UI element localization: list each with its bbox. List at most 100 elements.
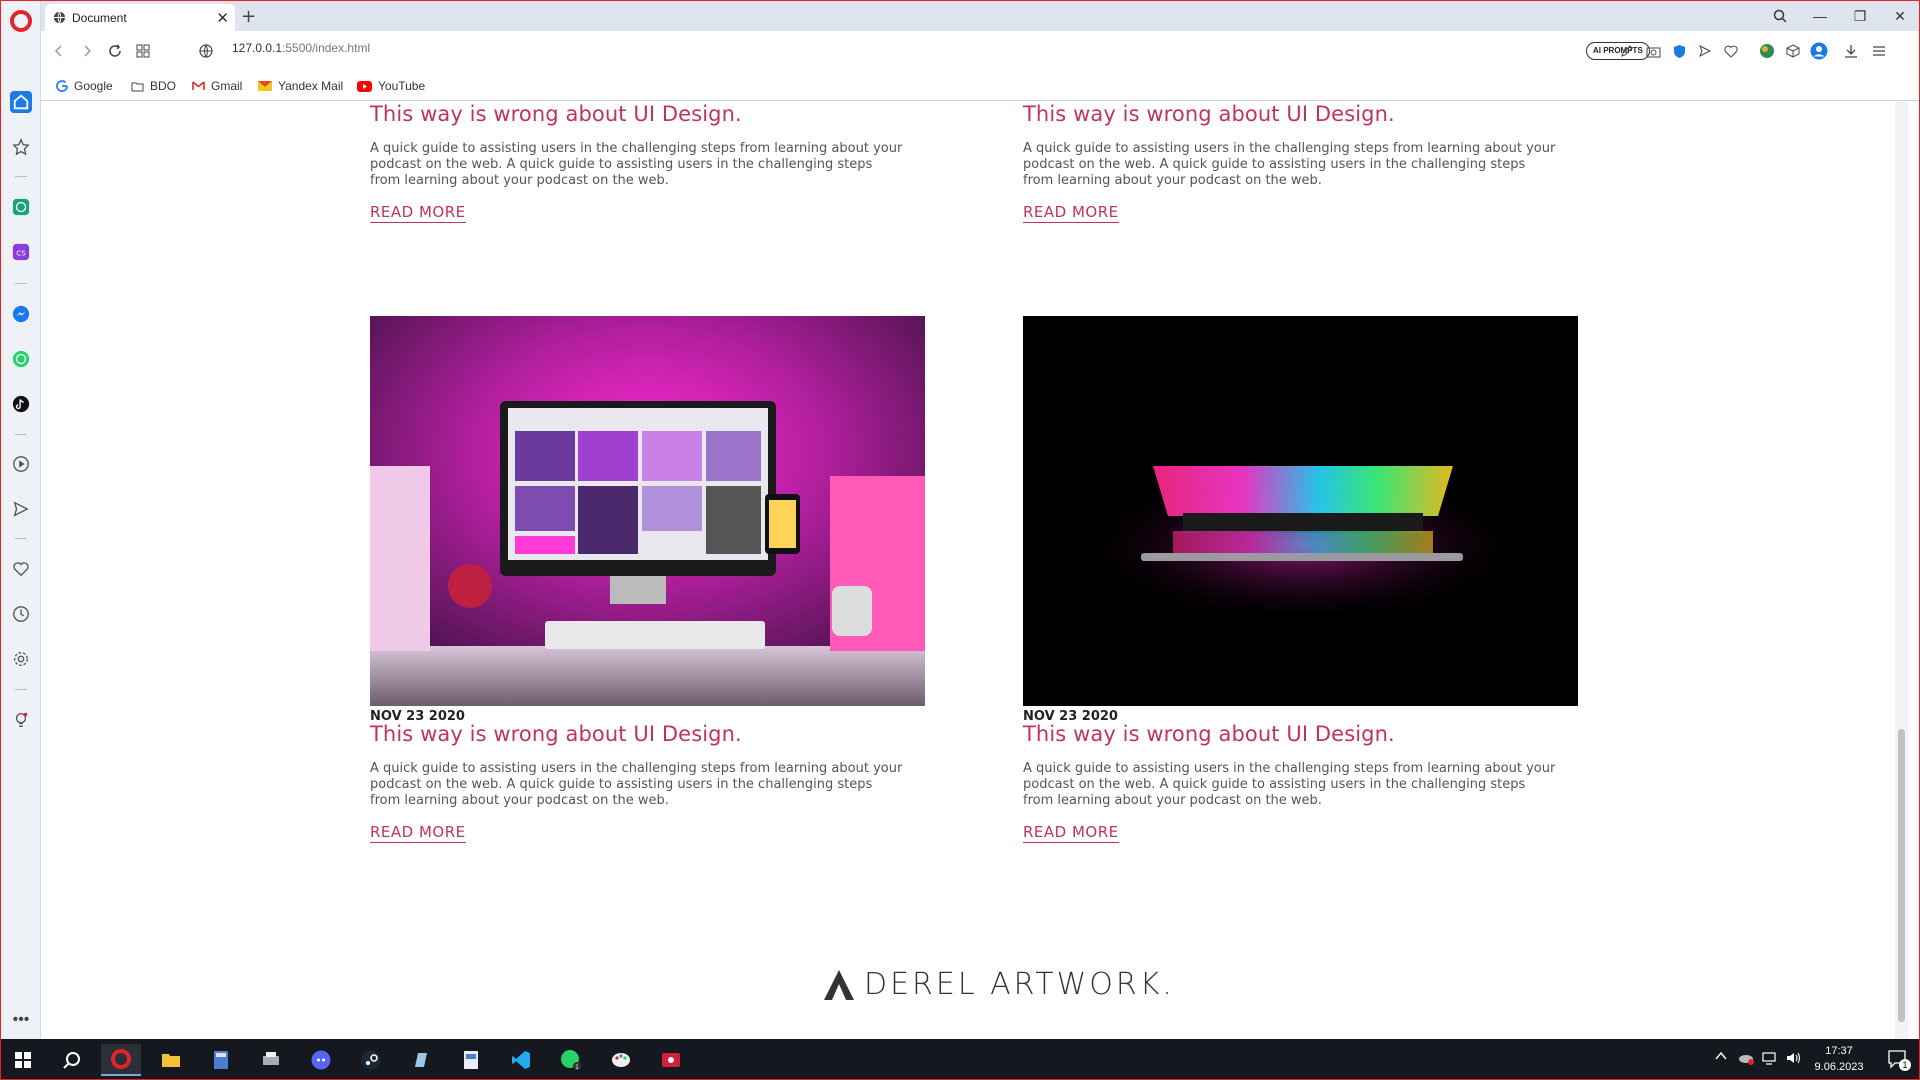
new-tab-button[interactable]: + — [241, 6, 256, 27]
vpn-shield-icon[interactable] — [1669, 41, 1689, 61]
notification-badge: 1 — [1899, 1059, 1911, 1071]
read-more-link[interactable]: READ MORE — [1023, 823, 1119, 843]
card-title[interactable]: This way is wrong about UI Design. — [1023, 722, 1395, 746]
yandex-mail-icon — [258, 81, 272, 91]
edit-icon[interactable] — [1617, 41, 1637, 61]
card-image-rgb-laptop[interactable] — [1023, 316, 1578, 706]
card-excerpt: A quick guide to assisting users in the … — [370, 761, 903, 808]
settings-gear-icon[interactable] — [10, 648, 32, 670]
pinboard-icon[interactable] — [10, 136, 32, 158]
clock-time: 17:37 — [1825, 1045, 1853, 1057]
opera-sidebar: CS ••• — [1, 1, 41, 1039]
lightbulb-icon[interactable] — [10, 709, 32, 731]
bookmarks-bar: Google BDO Gmail Yandex Mail YouTube — [41, 71, 1919, 101]
volume-icon[interactable] — [1785, 1051, 1803, 1067]
windows-taskbar: 1 17:37 9.06.2023 1 — [1, 1039, 1919, 1079]
reload-icon[interactable] — [105, 41, 125, 61]
google-icon — [56, 80, 68, 92]
player-icon[interactable] — [10, 453, 32, 475]
address-path: :5500/index.html — [282, 41, 371, 55]
send-arrow-icon[interactable] — [1695, 41, 1715, 61]
heart-icon[interactable] — [10, 558, 32, 580]
tab-title: Document — [72, 10, 127, 25]
download-icon[interactable] — [1841, 41, 1861, 61]
more-options-icon[interactable]: ••• — [10, 1009, 32, 1031]
discord-icon[interactable] — [301, 1044, 341, 1076]
site-info-icon[interactable] — [196, 41, 216, 61]
bookmark-label: Yandex Mail — [278, 79, 344, 93]
vscode-icon[interactable] — [501, 1044, 541, 1076]
youtube-icon — [357, 80, 372, 92]
card-title[interactable]: This way is wrong about UI Design. — [370, 102, 742, 126]
messenger-icon[interactable] — [10, 303, 32, 325]
page-scrollbar[interactable] — [1895, 102, 1908, 1039]
windows-start-icon[interactable] — [3, 1044, 43, 1076]
extension-globe-icon[interactable] — [1757, 41, 1777, 61]
read-more-link[interactable]: READ MORE — [1023, 203, 1119, 223]
home-icon[interactable] — [10, 91, 32, 113]
address-field[interactable]: 127.0.0.1:5500/index.html — [232, 41, 370, 55]
tiktok-icon[interactable] — [10, 393, 32, 415]
bookmark-label: Google — [74, 79, 113, 93]
tab-grid-icon[interactable] — [133, 41, 153, 61]
close-tab-icon[interactable]: ✕ — [216, 9, 229, 27]
page-viewport: This way is wrong about UI Design. A qui… — [42, 102, 1908, 1039]
chatgpt-icon[interactable] — [10, 196, 32, 218]
chatsonic-icon[interactable]: CS — [10, 241, 32, 263]
profile-avatar-icon[interactable] — [1809, 41, 1829, 61]
close-window-icon[interactable]: ✕ — [1888, 4, 1912, 28]
snapshot-camera-icon[interactable] — [1643, 41, 1663, 61]
read-more-link[interactable]: READ MORE — [370, 203, 466, 223]
whatsapp-icon[interactable] — [10, 348, 32, 370]
minimize-icon[interactable]: — — [1808, 4, 1832, 28]
opera-taskbar-icon[interactable] — [101, 1044, 141, 1076]
printer-app-icon[interactable] — [251, 1044, 291, 1076]
history-icon[interactable] — [10, 603, 32, 625]
document-viewer-icon[interactable] — [451, 1044, 491, 1076]
footer-logo[interactable]: DEREL ARTWORK. — [822, 967, 1175, 1002]
restore-icon[interactable]: ❐ — [1848, 4, 1872, 28]
calculator-icon[interactable] — [201, 1044, 241, 1076]
search-tabs-icon[interactable] — [1768, 4, 1792, 28]
file-explorer-icon[interactable] — [151, 1044, 191, 1076]
opera-logo-icon[interactable] — [10, 10, 32, 32]
whatsapp-taskbar-icon[interactable]: 1 — [551, 1044, 591, 1076]
send-icon[interactable] — [10, 498, 32, 520]
bookmark-gmail[interactable]: Gmail — [192, 79, 242, 93]
read-more-link[interactable]: READ MORE — [370, 823, 466, 843]
card-excerpt: A quick guide to assisting users in the … — [1023, 141, 1556, 188]
derel-logo-mark-icon — [824, 969, 854, 1000]
network-icon[interactable] — [1761, 1051, 1779, 1067]
bookmark-label: Gmail — [211, 79, 243, 93]
onedrive-icon[interactable] — [1737, 1051, 1755, 1067]
tab-document[interactable]: Document ✕ — [45, 4, 235, 31]
clock-date: 9.06.2023 — [1814, 1061, 1864, 1073]
footer-logo-text: DEREL ARTWORK. — [864, 967, 1175, 1002]
address-toolbar: 127.0.0.1:5500/index.html AI PROMPTS — [41, 31, 1919, 71]
chevron-up-icon[interactable] — [1715, 1051, 1729, 1065]
bookmark-bdo[interactable]: BDO — [131, 79, 176, 93]
card-image-pink-desk[interactable] — [370, 316, 925, 706]
bookmark-google[interactable]: Google — [56, 79, 113, 93]
bookmark-yandex-mail[interactable]: Yandex Mail — [258, 79, 343, 93]
notes-app-icon[interactable] — [401, 1044, 441, 1076]
extensions-cube-icon[interactable] — [1783, 41, 1803, 61]
forward-icon[interactable] — [77, 41, 97, 61]
notification-center-icon[interactable]: 1 — [1887, 1049, 1911, 1071]
card-title[interactable]: This way is wrong about UI Design. — [370, 722, 742, 746]
folder-icon — [131, 82, 144, 91]
search-icon[interactable] — [52, 1044, 92, 1076]
card-title[interactable]: This way is wrong about UI Design. — [1023, 102, 1395, 126]
back-icon[interactable] — [49, 41, 69, 61]
paint-app-icon[interactable] — [601, 1044, 641, 1076]
steam-icon[interactable] — [351, 1044, 391, 1076]
bookmark-youtube[interactable]: YouTube — [357, 79, 425, 93]
browser-window: CS ••• Document ✕ + — ❐ ✕ 127.0.0.1:5500… — [0, 0, 1920, 1080]
bookmark-label: BDO — [150, 79, 177, 93]
screen-recorder-icon[interactable] — [651, 1044, 691, 1076]
clock[interactable]: 17:37 9.06.2023 — [1809, 1043, 1869, 1075]
bookmark-heart-icon[interactable] — [1721, 41, 1741, 61]
easy-setup-menu-icon[interactable] — [1869, 41, 1889, 61]
bookmark-label: YouTube — [378, 79, 426, 93]
scrollbar-thumb[interactable] — [1898, 729, 1905, 1022]
